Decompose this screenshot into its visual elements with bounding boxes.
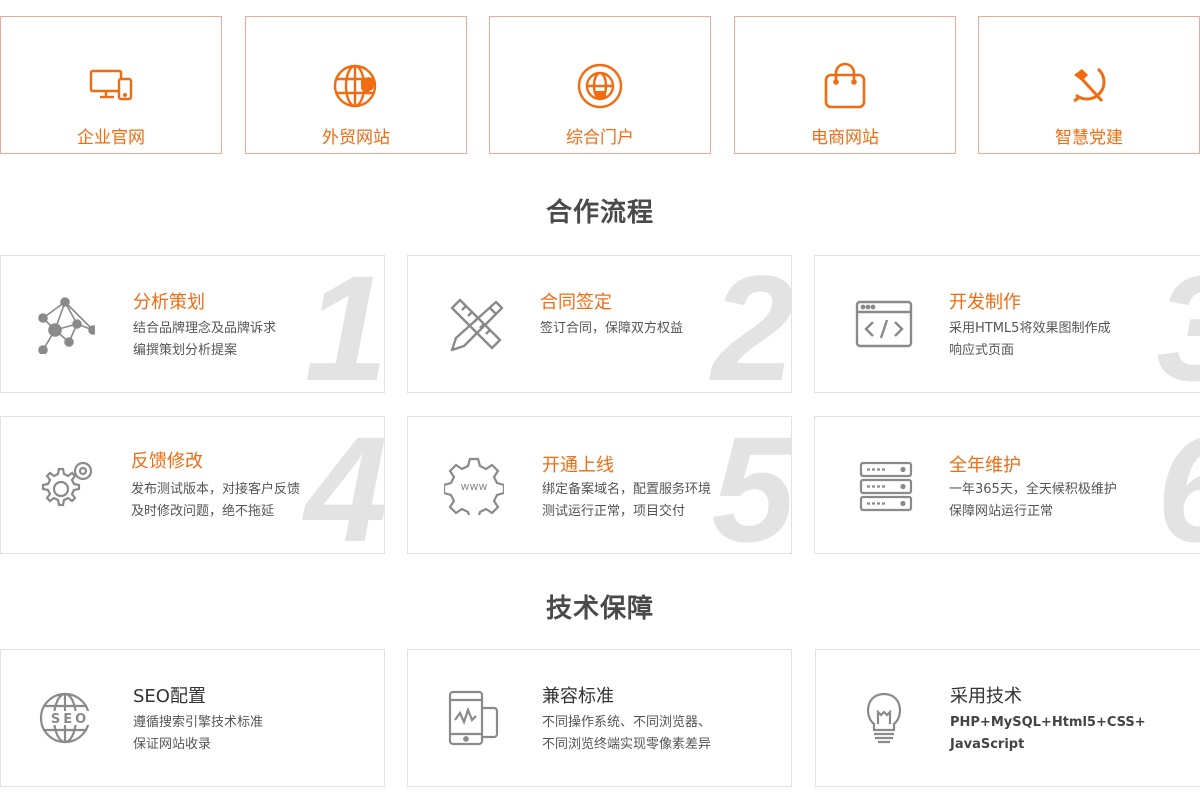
step-description: 一年365天，全天候积极维护 保障网站运行正常 (949, 482, 1117, 519)
site-type-card-portal[interactable]: 综合门户 (489, 16, 711, 154)
step-description: 采用HTML5将效果图制作成 响应式页面 (949, 321, 1111, 358)
portal-globe-icon (490, 61, 710, 111)
process-step-card: 6 全年维护 一年365天，全天候积极维护 保障网站运行正常 (814, 416, 1200, 554)
step-number: 6 (1157, 417, 1200, 553)
step-description: 绑定备案域名，配置服务环境 测试运行正常，项目交付 (542, 482, 712, 519)
step-description: 签订合同，保障双方权益 (540, 321, 684, 336)
step-title: 开发制作 (949, 292, 1021, 313)
site-type-label: 企业官网 (77, 128, 145, 148)
step-title: 开通上线 (542, 455, 614, 476)
step-description: 发布测试版本，对接客户反馈 及时修改问题，绝不拖延 (131, 482, 301, 519)
gears-icon (37, 457, 97, 517)
network-nodes-icon (35, 294, 98, 355)
tech-description: PHP+MySQL+Html5+CSS+ JavaScript (950, 715, 1146, 752)
hammer-sickle-icon (979, 61, 1199, 111)
step-title: 反馈修改 (131, 451, 203, 472)
tech-description: 遵循搜索引擎技术标准 保证网站收录 (133, 715, 264, 752)
step-title: 全年维护 (949, 455, 1021, 476)
site-type-card-foreign-trade[interactable]: 外贸网站 (245, 16, 467, 154)
site-type-card-corporate[interactable]: 企业官网 (0, 16, 222, 154)
responsive-devices-icon (446, 690, 506, 750)
site-type-label: 外贸网站 (322, 128, 390, 148)
process-section-title: 合作流程 (545, 198, 654, 228)
step-description: 结合品牌理念及品牌诉求 编撰策划分析提案 (133, 321, 277, 358)
process-step-card: 3 开发制作 采用HTML5将效果图制作成 响应式页面 (814, 255, 1200, 393)
step-number: 3 (1157, 256, 1200, 392)
step-title: 分析策划 (133, 292, 205, 313)
site-type-card-party-building[interactable]: 智慧党建 (978, 16, 1200, 154)
process-step-card: 4 反馈修改 发布测试版本，对接客户反馈 及时修改问题，绝不拖延 (0, 416, 385, 554)
tech-description: 不同操作系统、不同浏览器、 不同浏览终端实现零像素差异 (542, 715, 712, 752)
site-type-card-ecommerce[interactable]: 电商网站 (734, 16, 956, 154)
tech-card: 兼容标准 不同操作系统、不同浏览器、 不同浏览终端实现零像素差异 (407, 649, 792, 787)
svg-text:SEO: SEO (51, 712, 89, 727)
tech-title: SEO配置 (133, 686, 206, 707)
tech-card: 采用技术 PHP+MySQL+Html5+CSS+ JavaScript (815, 649, 1200, 787)
tech-section-title: 技术保障 (545, 594, 654, 624)
pencil-ruler-icon (446, 294, 506, 354)
site-type-label: 综合门户 (566, 128, 634, 148)
seo-globe-icon: SEO (37, 688, 97, 748)
lightbulb-icon (856, 688, 916, 748)
step-title: 合同签定 (540, 292, 612, 313)
site-type-label: 电商网站 (811, 128, 879, 148)
www-gear-icon: www (442, 455, 506, 521)
process-step-card: 2 合同签定 签订合同，保障双方权益 (407, 255, 792, 393)
globe-map-icon (246, 61, 466, 111)
tech-card: SEO SEO配置 遵循搜索引擎技术标准 保证网站收录 (0, 649, 385, 787)
svg-text:www: www (461, 480, 488, 493)
site-type-label: 智慧党建 (1055, 128, 1123, 148)
code-window-icon (855, 294, 915, 354)
server-icon (857, 459, 917, 519)
devices-icon (1, 61, 221, 111)
process-step-card: 5 www 开通上线 绑定备案域名，配置服务环境 测试运行正常，项目交付 (407, 416, 792, 554)
tech-title: 兼容标准 (542, 686, 614, 707)
process-step-card: 1 分析策划 结合品牌理念及品牌诉求 编撰策划分析提案 (0, 255, 385, 393)
tech-title: 采用技术 (950, 686, 1022, 707)
shopping-bag-icon (735, 61, 955, 111)
